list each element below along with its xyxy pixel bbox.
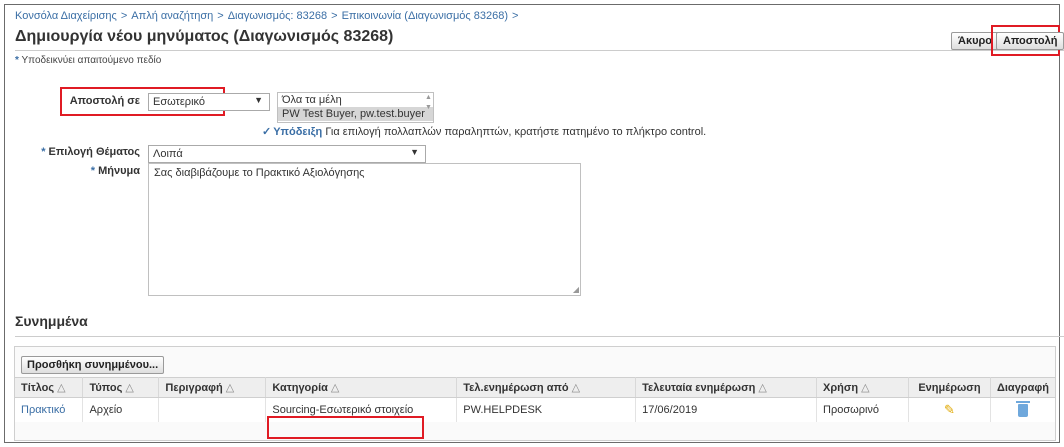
add-attachment-button[interactable]: Προσθήκη συνημμένου...: [21, 356, 165, 374]
breadcrumb-separator: >: [120, 10, 128, 22]
subject-label: * Επιλογή Θέματος: [26, 146, 140, 158]
attachment-title-link[interactable]: Πρακτικό: [21, 404, 65, 416]
category-value: Sourcing-Εσωτερικό στοιχείο: [272, 403, 414, 416]
message-label-text: Μήνυμα: [98, 165, 140, 177]
breadcrumb-link[interactable]: Διαγωνισμός: 83268: [228, 10, 327, 22]
column-header-label: Περιγραφή: [165, 382, 223, 394]
column-header-label: Τελ.ενημέρωση από: [463, 382, 569, 394]
column-header-category[interactable]: Κατηγορία △: [265, 377, 458, 398]
sort-icon[interactable]: △: [226, 382, 234, 394]
breadcrumb-link[interactable]: Κονσόλα Διαχείρισης: [15, 10, 117, 22]
trash-icon[interactable]: [1015, 400, 1030, 417]
chevron-down-icon: ▼: [410, 147, 419, 157]
subject-value: Λοιπά: [153, 148, 183, 160]
sort-icon[interactable]: △: [57, 382, 65, 394]
cell-delete: [990, 397, 1055, 422]
message-value: Σας διαβιβάζουμε το Πρακτικό Αξιολόγησης: [154, 167, 365, 179]
column-header-title[interactable]: Τίτλος △: [15, 377, 84, 398]
breadcrumb: Κονσόλα Διαχείρισης > Απλή αναζήτηση > Διαγω…: [15, 10, 522, 22]
column-header-update: Ενημέρωση: [908, 377, 991, 398]
sort-icon[interactable]: △: [758, 382, 766, 394]
required-hint: * Υποδεικνύει απαιτούμενο πεδίο: [15, 55, 161, 66]
column-header-label: Τύπος: [89, 382, 123, 394]
breadcrumb-separator: >: [512, 10, 519, 22]
breadcrumb-link[interactable]: Απλή αναζήτηση: [131, 10, 213, 22]
column-header-type[interactable]: Τύπος △: [82, 377, 160, 398]
tip-text: Για επιλογή πολλαπλών παραληπτών, κρατήσ…: [325, 126, 707, 138]
column-header-delete: Διαγραφή: [990, 377, 1055, 398]
tip-row: ✓ Υπόδειξη Για επιλογή πολλαπλών παραληπτ…: [262, 125, 706, 138]
listbox-scrollbar[interactable]: ▲ ▼: [424, 93, 433, 122]
chevron-down-icon: ▼: [254, 95, 263, 105]
recipient-option-selected[interactable]: PW Test Buyer, pw.test.buyer: [278, 107, 433, 121]
attachments-panel: Προσθήκη συνημμένου... Τίτλος △ Τύπος △ Πε…: [14, 346, 1056, 441]
attachments-divider: [15, 336, 1064, 337]
table-row: Πρακτικό Αρχείο Sourcing-Εσωτερικό στοιχ…: [15, 397, 1055, 422]
column-header-last-updated[interactable]: Τελευταία ενημέρωση △: [635, 377, 818, 398]
sort-icon[interactable]: △: [861, 382, 869, 394]
required-hint-text: Υποδεικνύει απαιτούμενο πεδίο: [21, 55, 162, 66]
sort-icon[interactable]: △: [331, 382, 339, 394]
column-header-label: Τελευταία ενημέρωση: [642, 382, 756, 394]
send-to-label: Αποστολή σε: [69, 95, 140, 107]
resize-grip-icon[interactable]: ◢: [573, 285, 579, 294]
recipient-option[interactable]: Όλα τα μέλη: [278, 93, 433, 107]
breadcrumb-separator: >: [217, 10, 224, 22]
cell-title: Πρακτικό: [15, 397, 84, 422]
message-textarea[interactable]: Σας διαβιβάζουμε το Πρακτικό Αξιολόγησης…: [148, 163, 581, 296]
column-header-updated-by[interactable]: Τελ.ενημέρωση από △: [456, 377, 637, 398]
cell-updated-by: PW.HELPDESK: [456, 397, 637, 422]
pencil-icon[interactable]: ✎: [944, 402, 955, 417]
message-label: * Μήνυμα: [76, 165, 140, 177]
subject-label-text: Επιλογή Θέματος: [48, 146, 140, 158]
cell-usage: Προσωρινό: [816, 397, 909, 422]
send-to-select[interactable]: Εσωτερικό ▼: [148, 93, 270, 111]
subject-select[interactable]: Λοιπά ▼: [148, 145, 426, 163]
cell-update: ✎: [908, 397, 991, 422]
send-to-value: Εσωτερικό: [153, 96, 205, 108]
required-star-icon: *: [41, 146, 46, 158]
column-header-label: Τίτλος: [21, 382, 55, 394]
title-divider: [15, 50, 1064, 51]
send-button[interactable]: Αποστολή: [996, 32, 1064, 50]
category-highlight: [267, 416, 424, 439]
sort-icon[interactable]: △: [125, 382, 133, 394]
column-header-usage[interactable]: Χρήση △: [816, 377, 909, 398]
cell-last-updated: 17/06/2019: [635, 397, 818, 422]
sort-icon[interactable]: △: [572, 382, 580, 394]
check-icon: ✓: [262, 126, 272, 138]
table-header-row: Τίτλος △ Τύπος △ Περιγραφή △ Κατηγορία △ Τελ…: [15, 377, 1055, 398]
recipients-listbox[interactable]: Όλα τα μέλη PW Test Buyer, pw.test.buyer…: [277, 92, 434, 123]
column-header-label: Χρήση: [823, 382, 859, 394]
column-header-description[interactable]: Περιγραφή △: [158, 377, 267, 398]
column-header-label: Κατηγορία: [272, 382, 328, 394]
breadcrumb-separator: >: [331, 10, 338, 22]
attachments-table: Τίτλος △ Τύπος △ Περιγραφή △ Κατηγορία △ Τελ…: [15, 377, 1055, 422]
required-star-icon: *: [90, 165, 96, 177]
tip-label: Υπόδειξη: [273, 126, 323, 138]
attachments-title: Συνημμένα: [15, 313, 88, 329]
cell-description: [158, 397, 267, 422]
cell-type: Αρχείο: [82, 397, 160, 422]
breadcrumb-link[interactable]: Επικοινωνία (Διαγωνισμός 83268): [342, 10, 508, 22]
page-title: Δημιουργία νέου μηνύματος (Διαγωνισμός 8…: [15, 28, 394, 45]
required-star-icon: *: [15, 55, 19, 66]
